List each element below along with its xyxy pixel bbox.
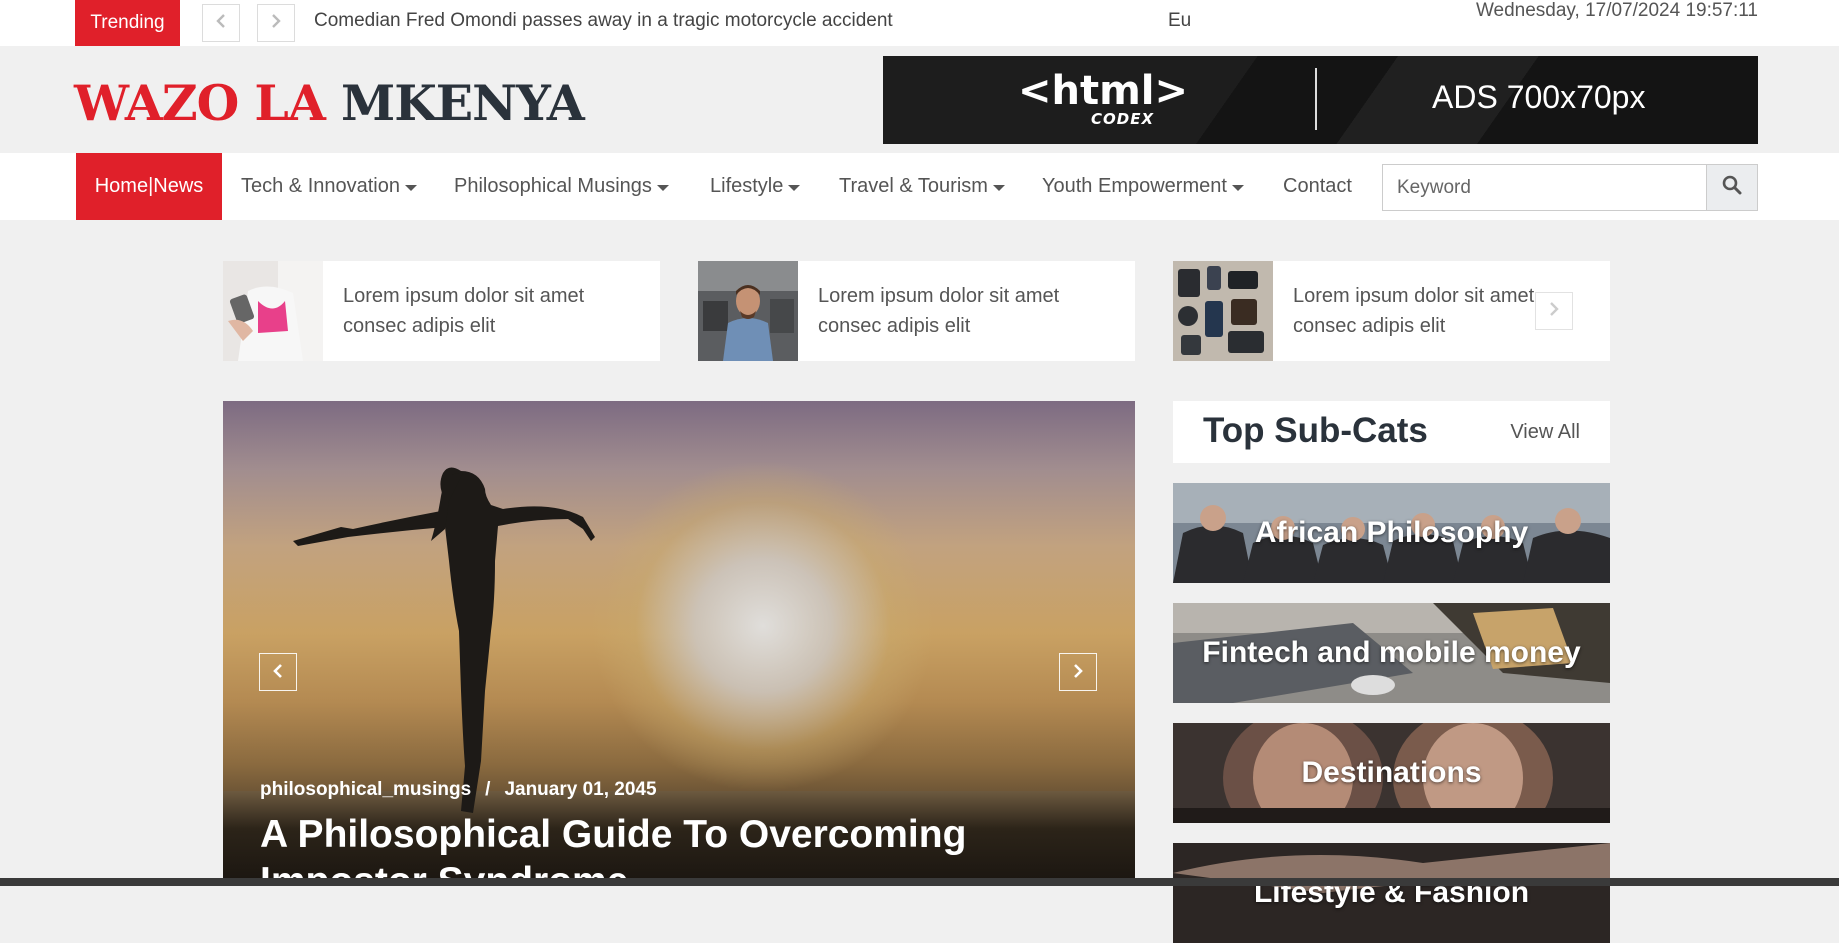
news-thumbnail [1173,261,1273,361]
sidebar-header: Top Sub-Cats View All [1173,401,1610,463]
category-tile-lifestyle-fashion[interactable]: Lifestyle & Fashion [1173,843,1610,943]
search-button[interactable] [1706,165,1757,210]
news-thumbnail [698,261,798,361]
hero-date: January 01, 2045 [504,779,657,800]
hero-prev-button[interactable] [259,653,297,691]
bottom-strip [0,878,1839,886]
nav-item-tech[interactable]: Tech & Innovation [241,153,417,220]
nav-item-label: Philosophical Musings [454,175,652,197]
site-logo[interactable]: WAZO LA MKENYA [74,74,585,132]
hero-next-button[interactable] [1059,653,1097,691]
sidebar-title: Top Sub-Cats [1203,411,1428,450]
nav-item-label: Tech & Innovation [241,175,400,197]
caret-down-icon [1231,184,1244,191]
ticker-next-headline-link[interactable]: Eu [1168,10,1191,32]
caret-down-icon [992,184,1005,191]
search-icon [1722,175,1742,200]
nav-item-label: Travel & Tourism [839,175,988,197]
nav-item-label: Contact [1283,175,1352,197]
category-label: African Philosophy [1254,516,1529,549]
mini-card-title: Lorem ipsum dolor sit amet consec adipis… [818,285,1060,337]
category-label: Fintech and mobile money [1202,636,1581,669]
ad-logo-sub: CODEX [1091,110,1155,128]
cards-next-button[interactable] [1535,292,1573,330]
nav-item-travel[interactable]: Travel & Tourism [839,153,1005,220]
category-tile-african-philosophy[interactable]: African Philosophy [1173,483,1610,583]
category-label: Destinations [1301,756,1482,789]
search-form [1382,164,1758,211]
logo-part-red: WAZO LA [74,74,326,132]
meta-separator: / [485,779,491,800]
caret-down-icon [788,184,801,191]
category-tile-fintech[interactable]: Fintech and mobile money [1173,603,1610,703]
chevron-right-icon [1549,301,1559,321]
ad-size-text: ADS 700x70px [1432,79,1646,115]
caret-down-icon [656,184,669,191]
search-input[interactable] [1383,165,1706,210]
logo-part-dark: MKENYA [340,74,585,132]
chevron-right-icon [271,13,281,33]
mini-news-card[interactable]: Lorem ipsum dolor sit amet consec adipis… [223,261,660,361]
hero-title-link[interactable]: A Philosophical Guide To Overcoming Impo… [260,811,1020,886]
main-nav: Home|News Tech & Innovation Philosophica… [0,153,1839,220]
hero-meta: philosophical_musings / January 01, 2045 [260,779,657,801]
mini-news-card[interactable]: Lorem ipsum dolor sit amet consec adipis… [698,261,1135,361]
nav-item-home[interactable]: Home|News [76,153,222,220]
caret-down-icon [405,184,417,191]
hero-slider[interactable]: philosophical_musings / January 01, 2045 A… [223,401,1135,886]
nav-item-youth[interactable]: Youth Empowerment [1042,153,1244,220]
top-bar: Trending Comedian Fred Omondi passes awa… [0,0,1839,46]
ticker-next-button[interactable] [257,4,295,42]
nav-item-philosophical[interactable]: Philosophical Musings [454,153,669,220]
nav-item-label: Lifestyle [710,175,784,197]
trending-badge: Trending [75,0,180,46]
current-datetime: Wednesday, 17/07/2024 19:57:11 [1475,0,1758,21]
chevron-left-icon [216,13,226,33]
category-tile-destinations[interactable]: Destinations [1173,723,1610,823]
site-header: WAZO LA MKENYA <html> CODEX ADS 700x70px [0,46,1839,153]
view-all-link[interactable]: View All [1510,421,1580,444]
nav-item-contact[interactable]: Contact [1283,153,1352,220]
mini-card-title: Lorem ipsum dolor sit amet consec adipis… [343,285,585,337]
ad-logo: <html> [1018,68,1189,114]
ad-banner[interactable]: <html> CODEX ADS 700x70px [883,56,1758,144]
chevron-left-icon [273,662,283,683]
news-thumbnail [223,261,323,361]
ticker-headline-link[interactable]: Comedian Fred Omondi passes away in a tr… [314,10,893,32]
hero-category-link[interactable]: philosophical_musings [260,779,471,800]
ticker-prev-button[interactable] [202,4,240,42]
chevron-right-icon [1073,662,1083,683]
nav-item-lifestyle[interactable]: Lifestyle [710,153,801,220]
ad-divider [1315,68,1317,130]
nav-item-label: Youth Empowerment [1042,175,1227,197]
